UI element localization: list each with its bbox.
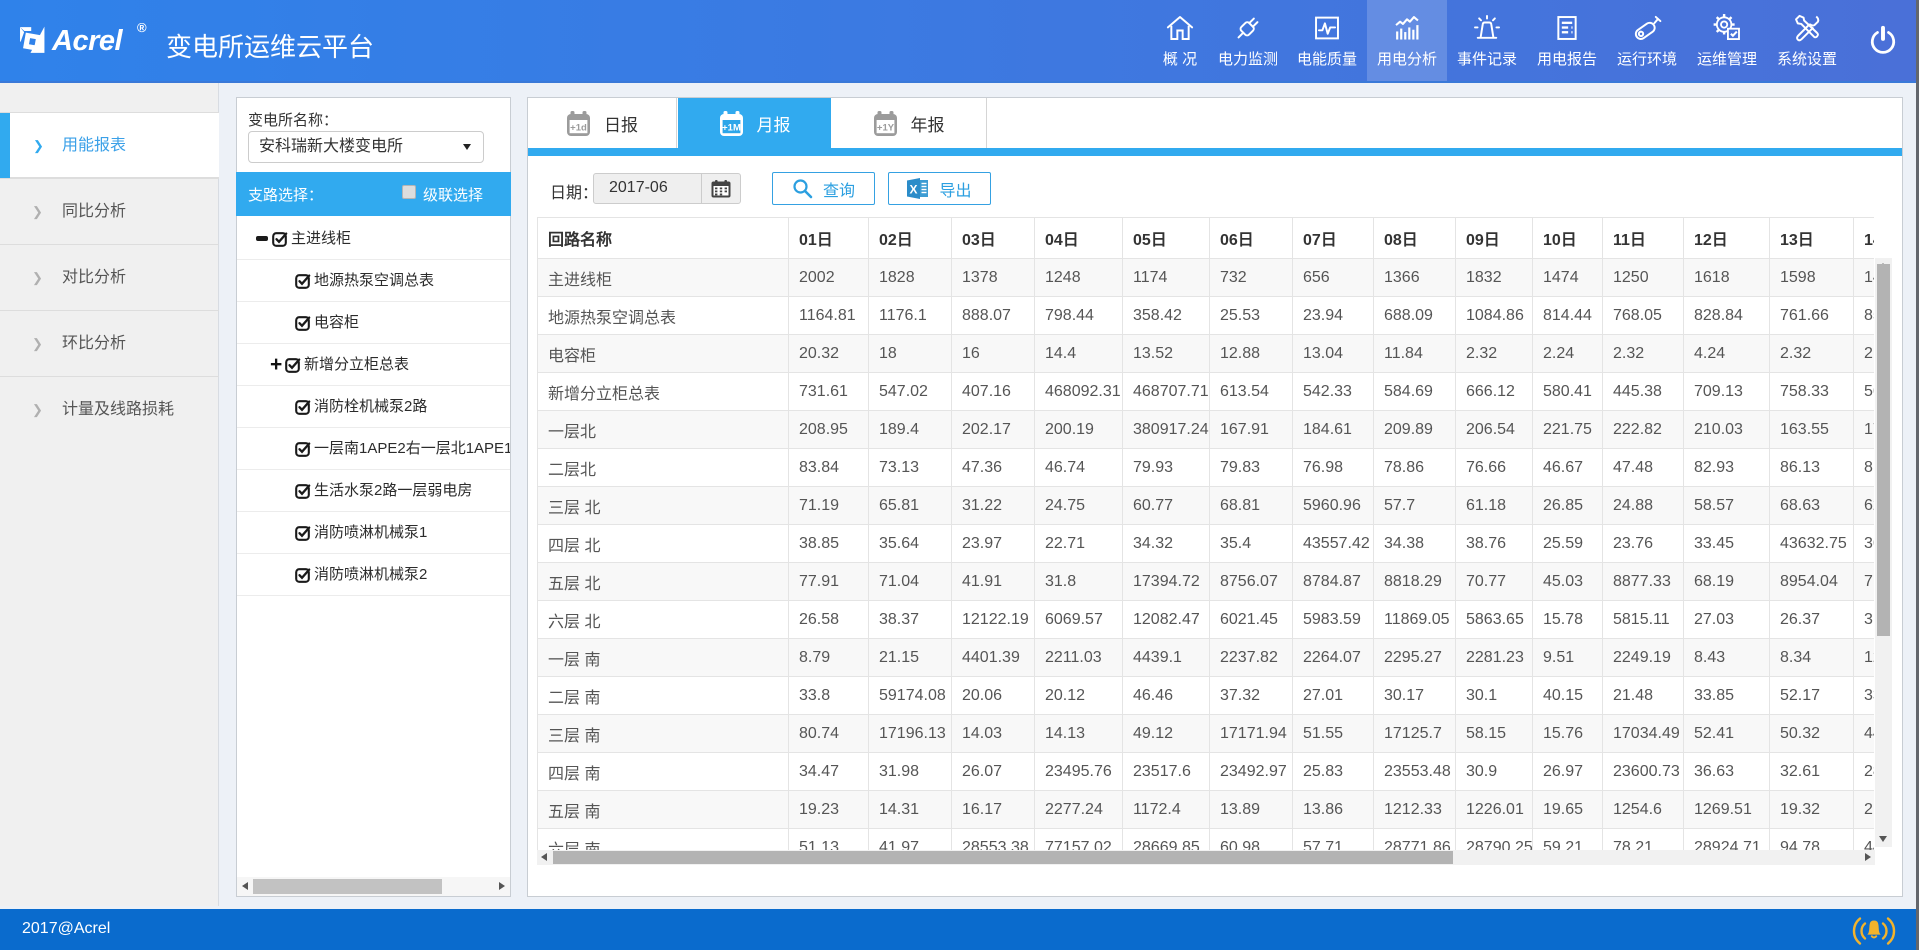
svg-text:+1d: +1d <box>570 122 587 133</box>
svg-text:+1M: +1M <box>722 122 741 133</box>
svg-text:X: X <box>910 183 918 197</box>
svg-text:+1Y: +1Y <box>876 122 894 133</box>
